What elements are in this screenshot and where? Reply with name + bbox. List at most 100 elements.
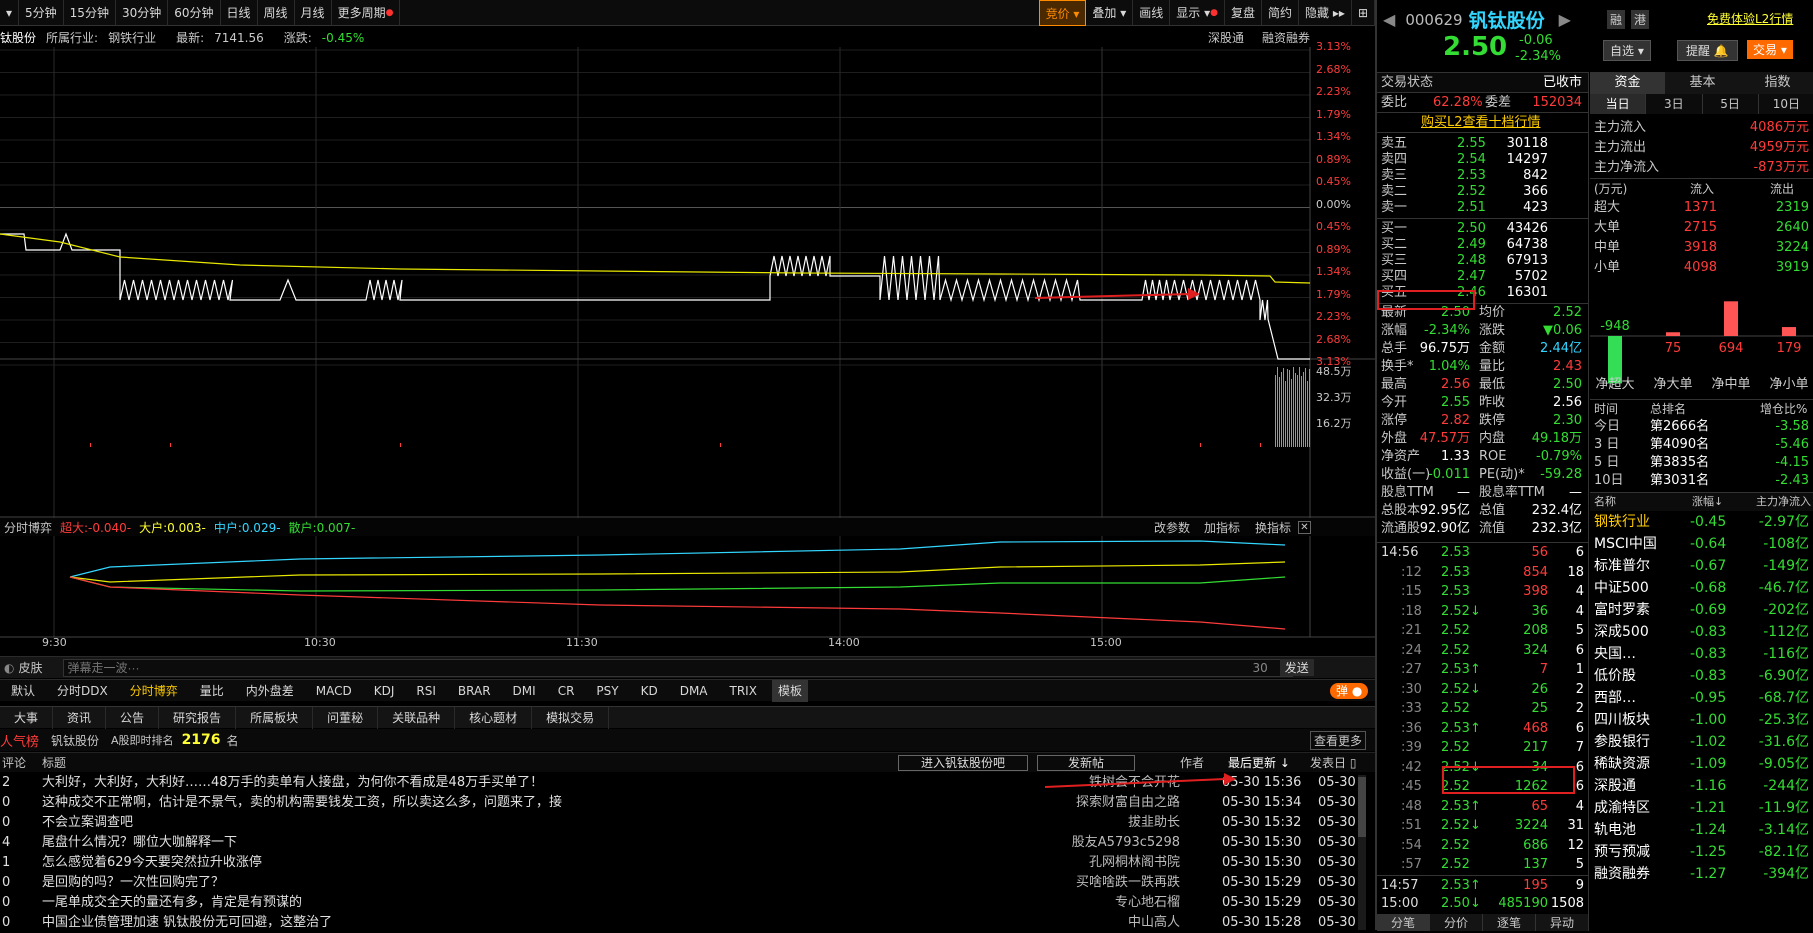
alert-button[interactable]: 提醒 🔔 xyxy=(1677,40,1738,61)
news-row[interactable]: 0 一尾单成交全天的量还有多，肯定是有预谋的 专心地石榴 05-30 15:29 05-… xyxy=(0,893,1365,913)
indicator-tab[interactable]: 量比 xyxy=(189,680,235,702)
news-row[interactable]: 1 怎么感觉着629今天要突然拉升收涨停 孔网桐林阁书院 05-30 15:30 05-… xyxy=(0,853,1365,873)
tick-tab[interactable]: 分价 xyxy=(1430,913,1483,931)
replay-button[interactable]: 复盘 xyxy=(1225,0,1263,26)
book-row[interactable]: 卖四 2.54 14297 xyxy=(1377,152,1588,168)
news-title[interactable]: 中国企业债管理加速 钒钛股份无可回避，这整治了 xyxy=(42,913,332,933)
news-title[interactable]: 这种成交不正常啊，估计是不景气，卖的机构需要钱发工资，所以卖这么多，问题来了，接 xyxy=(42,793,562,813)
news-author[interactable]: 中山高人 xyxy=(1128,913,1180,933)
sector-row[interactable]: 深股通 -1.16 -244亿 xyxy=(1590,775,1813,797)
indicator-tab[interactable]: CR xyxy=(547,680,586,702)
watchlist-dropdown[interactable]: 自选 ▾ xyxy=(1603,40,1651,61)
tab-15min[interactable]: 15分钟 xyxy=(64,0,116,26)
simple-button[interactable]: 简约 xyxy=(1262,0,1300,26)
news-tab[interactable]: 所属板块 xyxy=(236,706,314,729)
enter-forum-button[interactable]: 进入钒钛股份吧 xyxy=(898,754,1029,771)
period-tab[interactable]: 3日 xyxy=(1646,94,1703,114)
news-tab[interactable]: 核心题材 xyxy=(455,706,533,729)
tab-more-periods[interactable]: 更多周期● xyxy=(332,0,401,26)
tab-5min[interactable]: 5分钟 xyxy=(19,0,64,26)
indicator-tab[interactable]: 分时DDX xyxy=(46,680,119,702)
sector-row[interactable]: 稀缺资源 -1.09 -9.05亿 xyxy=(1590,753,1813,775)
book-row[interactable]: 卖三 2.53 842 xyxy=(1377,168,1588,184)
industry-link[interactable]: 钢铁行业 xyxy=(108,31,156,45)
indicator-tab[interactable]: DMA xyxy=(669,680,719,702)
indicator-tab[interactable]: 默认 xyxy=(0,680,46,702)
danmu-toggle[interactable]: 弹 ● xyxy=(1330,682,1369,699)
sector-row[interactable]: 央国… -0.83 -116亿 xyxy=(1590,643,1813,665)
send-button[interactable]: 发送 xyxy=(1279,659,1314,676)
tick-tab[interactable]: 分笔 xyxy=(1377,913,1430,931)
news-row[interactable]: 0 这种成交不正常啊，估计是不景气，卖的机构需要钱发工资，所以卖这么多，问题来了，… xyxy=(0,793,1365,813)
margin-link[interactable]: 融资融券 xyxy=(1262,29,1310,46)
news-row[interactable]: 0 不会立案调查吧 拔韭助长 05-30 15:32 05-30 xyxy=(0,813,1365,833)
indicator-tab[interactable]: PSY xyxy=(585,680,629,702)
toolbar-dropdown[interactable]: ▾ xyxy=(0,0,20,26)
tab-weekly[interactable]: 周线 xyxy=(258,0,295,26)
prev-stock-icon[interactable]: ◀ xyxy=(1383,10,1395,29)
tab-60min[interactable]: 60分钟 xyxy=(168,0,221,26)
sector-row[interactable]: 标准普尔 -0.67 -149亿 xyxy=(1590,555,1813,577)
indicator-name[interactable]: 分时博弈 xyxy=(4,519,52,536)
news-tab[interactable]: 大事 xyxy=(0,706,54,729)
news-row[interactable]: 0 是回购的吗？一次性回购完了？ 买啥啥跌一跌再跌 05-30 15:29 05-30 xyxy=(0,873,1365,893)
sector-row[interactable]: 四川板块 -1.00 -25.3亿 xyxy=(1590,709,1813,731)
news-author[interactable]: 孔网桐林阁书院 xyxy=(1089,853,1180,873)
book-row[interactable]: 买二 2.49 64738 xyxy=(1377,237,1588,253)
indicator-tab[interactable]: DMI xyxy=(502,680,547,702)
book-row[interactable]: 买三 2.48 67913 xyxy=(1377,253,1588,269)
period-tab[interactable]: 10日 xyxy=(1759,94,1813,114)
margin-badge[interactable]: 融 xyxy=(1607,10,1626,29)
danmu-input[interactable] xyxy=(62,658,1293,677)
news-tab[interactable]: 资讯 xyxy=(53,706,107,729)
overlay-button[interactable]: 叠加 ▾ xyxy=(1086,0,1134,26)
sector-row[interactable]: 富时罗素 -0.69 -202亿 xyxy=(1590,599,1813,621)
switch-indicator-button[interactable]: 换指标 xyxy=(1255,519,1291,536)
sort-posted[interactable]: 发表日 ▯ xyxy=(1310,754,1356,771)
news-title[interactable]: 大利好，大利好，大利好……48万手的卖单有人接盘，为何你不看成是48万手买单了！ xyxy=(42,773,543,793)
indicator-tab[interactable]: KD xyxy=(630,680,669,702)
hide-button[interactable]: 隐藏 ▸▸ xyxy=(1299,0,1352,26)
next-stock-icon[interactable]: ▶ xyxy=(1559,10,1571,29)
news-title[interactable]: 是回购的吗？一次性回购完了？ xyxy=(42,873,224,893)
indicator-tab[interactable]: MACD xyxy=(305,680,363,702)
book-row[interactable]: 买四 2.47 5702 xyxy=(1377,269,1588,285)
sector-row[interactable]: 中证500 -0.68 -46.7亿 xyxy=(1590,577,1813,599)
tick-tab[interactable]: 异动 xyxy=(1536,913,1589,931)
news-tab[interactable]: 模拟交易 xyxy=(532,706,610,729)
skin-icon[interactable]: ◐ xyxy=(4,661,14,675)
news-author[interactable]: 买啥啥跌一跌再跌 xyxy=(1076,873,1180,893)
news-author[interactable]: 拔韭助长 xyxy=(1128,813,1180,833)
buy-l2-link[interactable]: 购买L2查看十档行情 xyxy=(1421,113,1541,133)
book-row[interactable]: 卖五 2.55 30118 xyxy=(1377,136,1588,152)
indicator-tab[interactable]: KDJ xyxy=(363,680,406,702)
news-tab[interactable]: 研究报告 xyxy=(159,706,237,729)
sector-row[interactable]: 参股银行 -1.02 -31.6亿 xyxy=(1590,731,1813,753)
sector-row[interactable]: 西部… -0.95 -68.7亿 xyxy=(1590,687,1813,709)
news-title[interactable]: 一尾单成交全天的量还有多，肯定是有预谋的 xyxy=(42,893,302,913)
news-tab[interactable]: 关联品种 xyxy=(378,706,456,729)
hk-badge[interactable]: 港 xyxy=(1631,10,1650,29)
sector-row[interactable]: 低价股 -0.83 -6.90亿 xyxy=(1590,665,1813,687)
fund-tab[interactable]: 指数 xyxy=(1740,72,1813,94)
indicator-tab[interactable]: TRIX xyxy=(719,680,768,702)
news-tab[interactable]: 问董秘 xyxy=(313,706,379,729)
draw-button[interactable]: 画线 xyxy=(1133,0,1171,26)
period-tab[interactable]: 5日 xyxy=(1703,94,1759,114)
period-tab[interactable]: 当日 xyxy=(1590,94,1647,114)
news-author[interactable]: 探索财富自由之路 xyxy=(1076,793,1180,813)
sgt-link[interactable]: 深股通 xyxy=(1208,29,1244,46)
edit-params-button[interactable]: 改参数 xyxy=(1154,519,1190,536)
auction-button[interactable]: 竞价 ▾ xyxy=(1038,0,1087,26)
indicator-tab[interactable]: BRAR xyxy=(447,680,502,702)
fund-tab[interactable]: 资金 xyxy=(1590,72,1665,94)
tab-daily[interactable]: 日线 xyxy=(221,0,258,26)
tick-tab[interactable]: 逐笔 xyxy=(1483,913,1536,931)
sector-row[interactable]: 深成500 -0.83 -112亿 xyxy=(1590,621,1813,643)
news-author[interactable]: 股友A5793c5298 xyxy=(1072,833,1180,853)
book-row[interactable]: 卖一 2.51 423 xyxy=(1377,200,1588,216)
close-indicator-icon[interactable]: ✕ xyxy=(1298,520,1311,534)
tab-30min[interactable]: 30分钟 xyxy=(116,0,169,26)
indicator-tab[interactable]: 模板 xyxy=(771,679,808,702)
news-tab[interactable]: 公告 xyxy=(106,706,160,729)
